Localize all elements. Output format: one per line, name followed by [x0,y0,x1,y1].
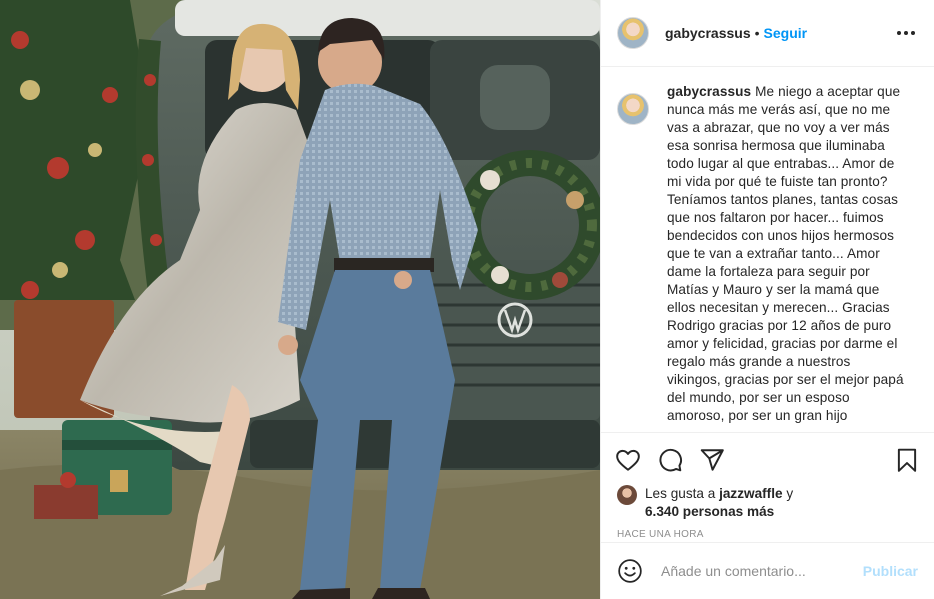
action-bar [601,432,934,479]
bookmark-icon[interactable] [894,447,920,473]
likes-row: Les gusta a jazzwaffle y 6.340 personas … [601,479,934,521]
post-header: gabycrassus • Seguir [601,0,934,67]
follow-button[interactable]: Seguir [764,25,808,41]
more-horizontal-icon[interactable] [894,21,918,45]
couple-christmas-van-image [0,0,600,599]
smiley-icon[interactable] [617,558,643,584]
post-photo[interactable] [0,0,600,599]
author-username[interactable]: gabycrassus [665,25,751,41]
caption: gabycrassus Me niego a aceptar que nunca… [667,83,907,432]
separator-dot: • [754,25,760,41]
caption-body: Me niego a aceptar que nunca más me verá… [667,84,904,423]
caption-author-avatar[interactable] [617,93,649,125]
comment-icon[interactable] [657,447,683,473]
likes-conj: y [786,486,794,501]
paper-plane-icon[interactable] [699,447,725,473]
heart-icon[interactable] [615,447,641,473]
liker-avatar[interactable] [617,485,637,505]
caption-area: gabycrassus Me niego a aceptar que nunca… [601,67,934,432]
comment-input[interactable] [659,562,863,580]
author-avatar[interactable] [617,17,649,49]
comment-bar: Publicar [601,542,934,599]
post-timestamp[interactable]: HACE UNA HORA [601,521,934,540]
instagram-post: gabycrassus • Seguir gabycrassus Me nieg… [0,0,934,599]
likes-prefix: Les gusta a [645,486,716,501]
post-sidebar: gabycrassus • Seguir gabycrassus Me nieg… [600,0,934,599]
liker-username[interactable]: jazzwaffle [719,486,782,501]
likes-count[interactable]: 6.340 personas más [645,504,774,519]
publish-button[interactable]: Publicar [863,563,918,579]
likes-summary: Les gusta a jazzwaffle y 6.340 personas … [645,485,793,521]
caption-username[interactable]: gabycrassus [667,84,751,99]
